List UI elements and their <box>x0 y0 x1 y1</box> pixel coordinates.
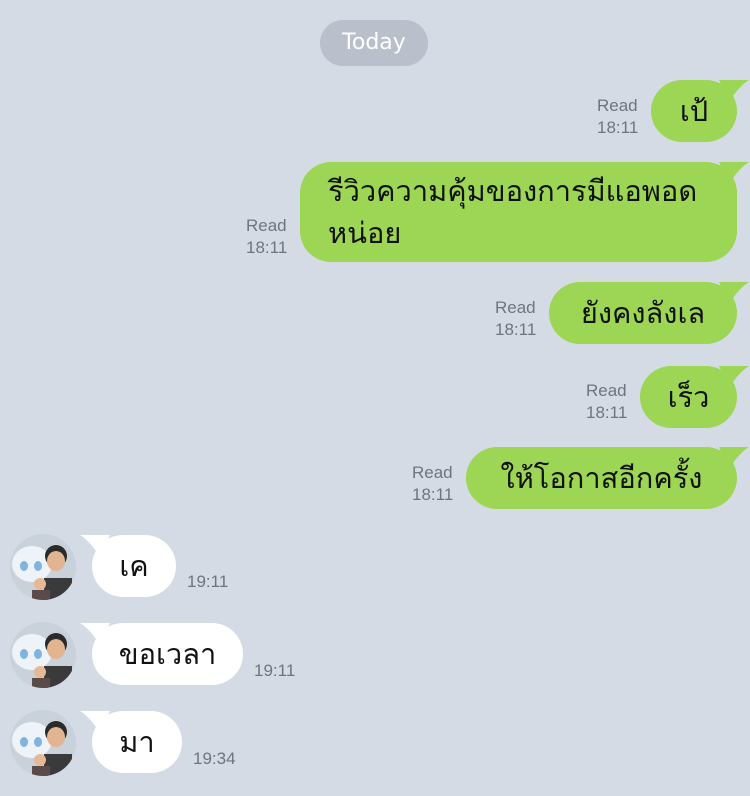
avatar-photo-icon <box>10 710 76 776</box>
message-meta: Read 18:11 <box>246 215 287 259</box>
read-receipt: Read <box>586 381 627 400</box>
message-text: ยังคงลังเล <box>580 296 706 330</box>
message-text: เร็ว <box>667 380 710 414</box>
message-time: 18:11 <box>412 485 454 504</box>
outgoing-message-bubble[interactable]: เป้ <box>651 80 749 142</box>
message-text: เป้ <box>679 94 709 128</box>
outgoing-message-bubble[interactable]: รีวิวความคุ้มของการมีแอพอด หน่อย <box>300 162 749 262</box>
message-meta: Read 18:11 <box>586 380 627 424</box>
contact-avatar[interactable] <box>10 622 76 688</box>
read-receipt: Read <box>597 96 638 115</box>
message-text: ขอเวลา <box>118 637 217 671</box>
read-receipt: Read <box>495 298 536 317</box>
message-text: ให้โอกาสอีกครั้ง <box>500 461 703 495</box>
contact-avatar[interactable] <box>10 534 76 600</box>
avatar-photo-icon <box>10 534 76 600</box>
read-receipt: Read <box>412 463 453 482</box>
bubble-tail-icon <box>80 623 110 645</box>
bubble-tail-icon <box>719 282 749 304</box>
bubble-tail-icon <box>80 535 110 557</box>
message-text: รีวิวความคุ้มของการมีแอพอด หน่อย <box>328 170 697 254</box>
bubble-tail-icon <box>80 711 110 733</box>
message-time: 18:11 <box>586 403 628 422</box>
bubble-tail-icon <box>719 447 749 469</box>
message-time: 19:11 <box>254 661 296 680</box>
chat-screen: Today Read 18:11 เป้ Read 18:11 รีวิวควา… <box>0 0 750 796</box>
message-text: มา <box>119 725 155 759</box>
incoming-message-bubble[interactable]: เค <box>80 535 176 597</box>
message-time: 19:11 <box>187 572 229 591</box>
read-receipt: Read <box>246 216 287 235</box>
outgoing-message-bubble[interactable]: เร็ว <box>640 366 749 428</box>
contact-avatar[interactable] <box>10 710 76 776</box>
outgoing-message-bubble[interactable]: ยังคงลังเล <box>549 282 749 344</box>
bubble-tail-icon <box>719 162 749 184</box>
message-time: 19:34 <box>193 749 236 768</box>
message-time: 18:11 <box>495 320 537 339</box>
message-text-line: รีวิวความคุ้มของการมีแอพอด <box>328 174 698 208</box>
message-time: 18:11 <box>246 238 288 257</box>
incoming-message-bubble[interactable]: ขอเวลา <box>80 623 243 685</box>
message-meta: Read 18:11 <box>412 462 453 506</box>
message-meta: Read 18:11 <box>597 95 638 139</box>
bubble-tail-icon <box>719 366 749 388</box>
message-meta: Read 18:11 <box>495 297 536 341</box>
message-time: 18:11 <box>597 118 639 137</box>
avatar-photo-icon <box>10 622 76 688</box>
bubble-tail-icon <box>719 80 749 102</box>
message-text: เค <box>119 549 149 583</box>
date-separator: Today <box>320 20 428 66</box>
outgoing-message-bubble[interactable]: ให้โอกาสอีกครั้ง <box>466 447 749 509</box>
message-text-line: หน่อย <box>328 216 402 250</box>
incoming-message-bubble[interactable]: มา <box>80 711 182 773</box>
